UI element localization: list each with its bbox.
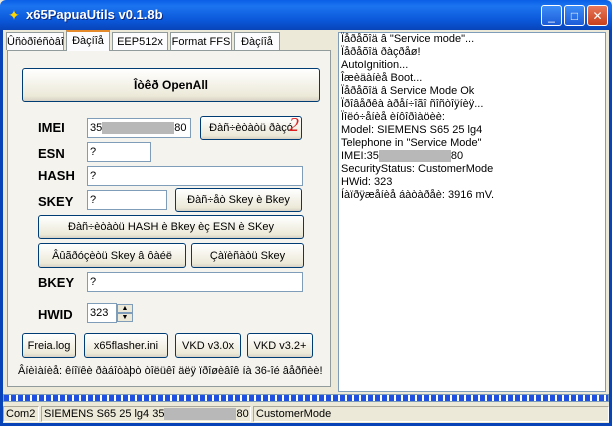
title-bar[interactable]: ✦ x65PapuaUtils v0.1.8b _ □ ✕ [0,0,612,30]
open-all-button[interactable]: Îòêð OpenAll [22,68,320,102]
skey-field[interactable]: ? [87,190,167,210]
status-bar: Com2 SIEMENS S65 25 lg4 35 80 CustomerMod… [3,404,609,423]
hwid-label: HWID [38,307,73,322]
maximize-button[interactable]: □ [564,5,585,26]
log-line: Ïîëó÷åíèå èíôîðìàöèè: [341,111,445,123]
tab-format-ffs[interactable]: Format FFS [170,32,232,50]
bkey-field[interactable]: ? [87,272,303,292]
log-line: HWid: 323 [341,176,393,188]
read-imei-button[interactable]: Ðàñ÷èòàòü ðàçó [200,116,302,140]
skey-label: SKEY [38,194,74,209]
log-line: Îæèäàíèå Boot... [341,72,423,84]
vkd-v30x-button[interactable]: VKD v3.0x [175,333,241,358]
spin-down-icon[interactable]: ▼ [117,313,133,322]
warning-note: Âíèìàíèå: êíîïêè ðàáîòàþò òîëüêî äëÿ ïðî… [18,365,323,377]
imei-field[interactable]: 35 80 [87,118,191,138]
imei-redacted [102,122,175,135]
close-button[interactable]: ✕ [587,5,608,26]
vkd-v32-button[interactable]: VKD v3.2+ [247,333,313,358]
log-line: AutoIgnition... [341,59,409,71]
window-title: x65PapuaUtils v0.1.8b [26,7,163,22]
log-line: Ïåðåõîä â "Service mode"... [341,33,475,45]
write-skey-button[interactable]: Çàïèñàòü Skey [191,243,304,268]
hwid-spinner[interactable]: ▲ ▼ [117,304,133,322]
freia-log-button[interactable]: Freia.log [22,333,76,358]
hash-label: HASH [38,168,75,183]
imei-suffix: 80 [174,122,187,134]
log-line: Ïåðåõîä â Service Mode Ok [341,85,475,97]
app-icon: ✦ [8,7,20,23]
hwid-field[interactable]: 323 [87,303,117,323]
log-imei-suffix: 80 [450,150,464,162]
log-line-imei: IMEI:35 80 [339,150,605,163]
hash-field[interactable]: ? [87,166,303,186]
status-mode: CustomerMode [253,406,609,422]
progress-bar [3,394,609,402]
log-imei-text: IMEI:35 [341,150,379,162]
esn-label: ESN [38,146,65,161]
log-line: SecurityStatus: CustomerMode [341,163,494,175]
log-imei-redacted [378,150,451,163]
tab-eep512x[interactable]: EEP512x [112,32,168,50]
calc-hash-bkey-button[interactable]: Ðàñ÷èòàòü HASH è Bkey èç ESN è SKey [38,215,304,239]
bkey-label: BKEY [38,275,75,290]
save-skey-button[interactable]: Âûãðóçèòü Skey â ôàéë [38,243,186,268]
status-phone-redacted [164,408,237,421]
log-line: Íàïðÿæåíèå áàòàðåè: 3916 mV. [341,189,495,201]
imei-prefix: 35 [90,122,103,134]
spin-up-icon[interactable]: ▲ [117,304,133,313]
x65flasher-ini-button[interactable]: x65flasher.ini [84,333,168,358]
status-phone-prefix: SIEMENS S65 25 lg4 35 [44,408,165,420]
progress-fill [4,395,608,401]
esn-field[interactable]: ? [87,142,151,162]
calc-skey-bkey-button[interactable]: Ðàñ÷åò Skey è Bkey [175,188,302,212]
imei-label: IMEI [38,120,65,135]
log-line: Telephone in "Service Mode" [341,137,482,149]
status-phone: SIEMENS S65 25 lg4 35 80 [41,406,251,422]
tab-other[interactable]: Ðàçíîå [234,32,280,50]
log-line: Ïðîâåðêà àðåí÷îãî ñîñòîÿíèÿ... [341,98,484,110]
status-port: Com2 [3,406,39,422]
annotation-marker-2: 2 [289,114,299,136]
status-phone-suffix: 80 [236,408,249,420]
log-panel[interactable]: Ïåðåõîä â "Service mode"... Ïåðåõîä ðàçð… [338,32,606,392]
tab-misc[interactable]: Ðàçíîå [66,30,110,51]
minimize-button[interactable]: _ [541,5,562,26]
tab-device[interactable]: Ûñòðîéñòâî [6,32,64,50]
log-line: Ïåðåõîä ðàçðåø! [341,46,421,58]
log-line: Model: SIEMENS S65 25 lg4 [341,124,483,136]
